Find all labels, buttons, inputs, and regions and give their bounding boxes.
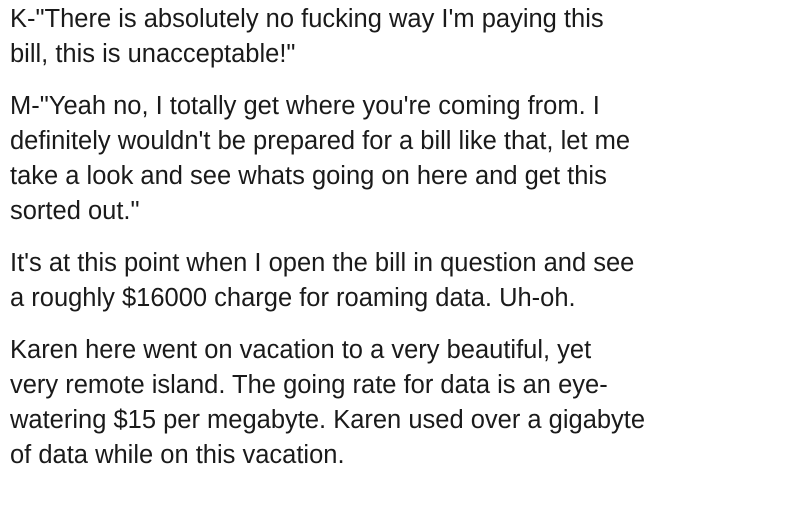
text-line: K-"There is absolutely no fucking way I'… bbox=[10, 5, 604, 33]
text-line: sorted out." bbox=[10, 197, 140, 225]
text-line: watering $15 per megabyte. Karen used ov… bbox=[10, 406, 646, 434]
paragraph-bill-discovery: It's at this point when I open the bill … bbox=[10, 246, 790, 316]
text-line: Karen here went on vacation to a very be… bbox=[10, 336, 592, 364]
paragraph-karen-quote: K-"There is absolutely no fucking way I'… bbox=[10, 2, 790, 72]
text-line: M-"Yeah no, I totally get where you're c… bbox=[10, 92, 600, 120]
text-line: take a look and see whats going on here … bbox=[10, 162, 607, 190]
text-line: very remote island. The going rate for d… bbox=[10, 371, 608, 399]
text-line: bill, this is unacceptable!" bbox=[10, 40, 296, 68]
text-line: of data while on this vacation. bbox=[10, 441, 345, 469]
text-line: definitely wouldn't be prepared for a bi… bbox=[10, 127, 631, 155]
paragraph-m-reply: M-"Yeah no, I totally get where you're c… bbox=[10, 89, 790, 229]
text-document: K-"There is absolutely no fucking way I'… bbox=[10, 2, 790, 490]
paragraph-vacation-explanation: Karen here went on vacation to a very be… bbox=[10, 333, 790, 473]
text-line: a roughly $16000 charge for roaming data… bbox=[10, 284, 576, 312]
text-line: It's at this point when I open the bill … bbox=[10, 249, 635, 277]
